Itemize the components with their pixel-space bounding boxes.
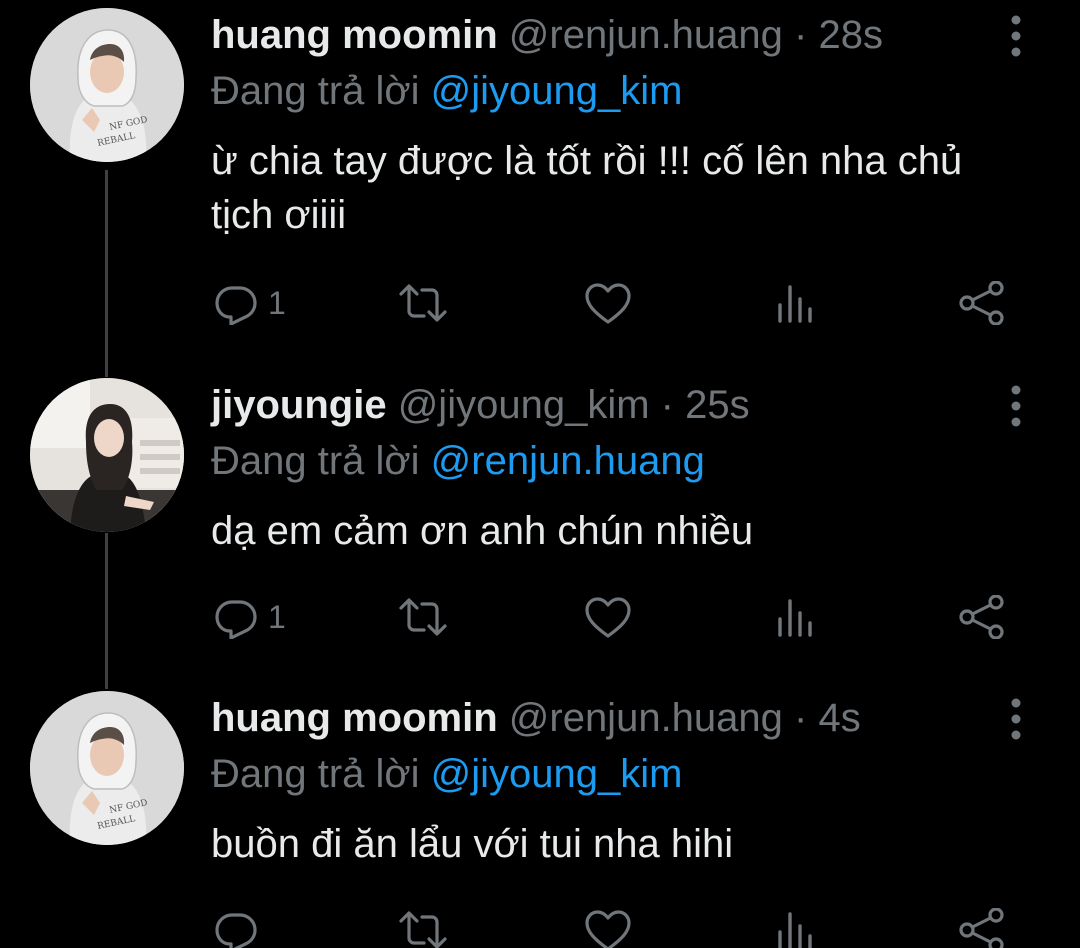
- timestamp[interactable]: 28s: [818, 13, 883, 57]
- reply-count: 1: [268, 284, 286, 321]
- like-button[interactable]: [584, 278, 632, 328]
- tweet[interactable]: jiyoungie @jiyoung_kim · 25s Đang trả lờ…: [0, 370, 1080, 670]
- replying-to-label: Đang trả lời: [211, 439, 420, 483]
- reply-icon: [214, 595, 258, 639]
- replying-to-label: Đang trả lời: [211, 752, 420, 796]
- retweet-icon: [398, 281, 448, 325]
- share-icon: [958, 908, 1006, 948]
- replying-to: Đang trả lời @renjun.huang: [211, 436, 705, 486]
- avatar-photo: [30, 8, 184, 162]
- tweet-header: huang moomin @renjun.huang · 28s: [211, 10, 883, 60]
- reply-button[interactable]: 1: [214, 278, 286, 328]
- reply-button[interactable]: [214, 905, 268, 948]
- share-button[interactable]: [958, 278, 1006, 328]
- more-options-button[interactable]: [1003, 14, 1029, 58]
- display-name[interactable]: huang moomin: [211, 696, 498, 740]
- mention-link[interactable]: @renjun.huang: [431, 439, 705, 483]
- display-name[interactable]: jiyoungie: [211, 383, 387, 427]
- like-icon: [584, 595, 632, 639]
- views-button[interactable]: [776, 905, 816, 948]
- action-bar: 1: [0, 278, 1080, 328]
- avatar[interactable]: [30, 8, 184, 162]
- display-name[interactable]: huang moomin: [211, 13, 498, 57]
- like-button[interactable]: [584, 905, 632, 948]
- avatar[interactable]: [30, 378, 184, 532]
- retweet-icon: [398, 595, 448, 639]
- views-icon: [776, 908, 816, 948]
- avatar[interactable]: [30, 691, 184, 845]
- like-icon: [584, 281, 632, 325]
- timestamp[interactable]: 4s: [818, 696, 860, 740]
- replying-to: Đang trả lời @jiyoung_kim: [211, 749, 683, 799]
- retweet-icon: [398, 908, 448, 948]
- retweet-button[interactable]: [398, 905, 448, 948]
- action-bar: [0, 905, 1080, 948]
- user-handle[interactable]: @renjun.huang: [509, 696, 783, 740]
- timestamp[interactable]: 25s: [685, 383, 750, 427]
- views-button[interactable]: [776, 592, 816, 642]
- reply-icon: [214, 908, 258, 948]
- action-bar: 1: [0, 592, 1080, 642]
- separator-dot: ·: [794, 696, 808, 740]
- share-icon: [958, 281, 1006, 325]
- mention-link[interactable]: @jiyoung_kim: [431, 69, 683, 113]
- views-icon: [776, 281, 816, 325]
- tweet-header: jiyoungie @jiyoung_kim · 25s: [211, 380, 750, 430]
- replying-to-label: Đang trả lời: [211, 69, 420, 113]
- tweet-header: huang moomin @renjun.huang · 4s: [211, 693, 861, 743]
- replying-to: Đang trả lời @jiyoung_kim: [211, 66, 683, 116]
- mention-link[interactable]: @jiyoung_kim: [431, 752, 683, 796]
- more-icon: [1003, 384, 1029, 428]
- share-button[interactable]: [958, 592, 1006, 642]
- share-button[interactable]: [958, 905, 1006, 948]
- reply-button[interactable]: 1: [214, 592, 286, 642]
- share-icon: [958, 595, 1006, 639]
- user-handle[interactable]: @jiyoung_kim: [398, 383, 650, 427]
- tweet-text: dạ em cảm ơn anh chún nhiều: [211, 509, 754, 553]
- tweet[interactable]: huang moomin @renjun.huang · 4s Đang trả…: [0, 683, 1080, 948]
- avatar-photo: [30, 378, 184, 532]
- more-icon: [1003, 14, 1029, 58]
- reply-icon: [214, 281, 258, 325]
- reply-count: 1: [268, 598, 286, 635]
- separator-dot: ·: [794, 13, 808, 57]
- retweet-button[interactable]: [398, 278, 448, 328]
- tweet[interactable]: huang moomin @renjun.huang · 28s Đang tr…: [0, 0, 1080, 340]
- tweet-text: ừ chia tay được là tốt rồi !!! cố lên nh…: [211, 139, 963, 237]
- more-options-button[interactable]: [1003, 384, 1029, 428]
- views-button[interactable]: [776, 278, 816, 328]
- more-icon: [1003, 697, 1029, 741]
- retweet-button[interactable]: [398, 592, 448, 642]
- avatar-photo: [30, 691, 184, 845]
- user-handle[interactable]: @renjun.huang: [509, 13, 783, 57]
- views-icon: [776, 595, 816, 639]
- tweet-text: buồn đi ăn lẩu với tui nha hihi: [211, 822, 734, 866]
- like-button[interactable]: [584, 592, 632, 642]
- more-options-button[interactable]: [1003, 697, 1029, 741]
- separator-dot: ·: [660, 383, 674, 427]
- like-icon: [584, 908, 632, 948]
